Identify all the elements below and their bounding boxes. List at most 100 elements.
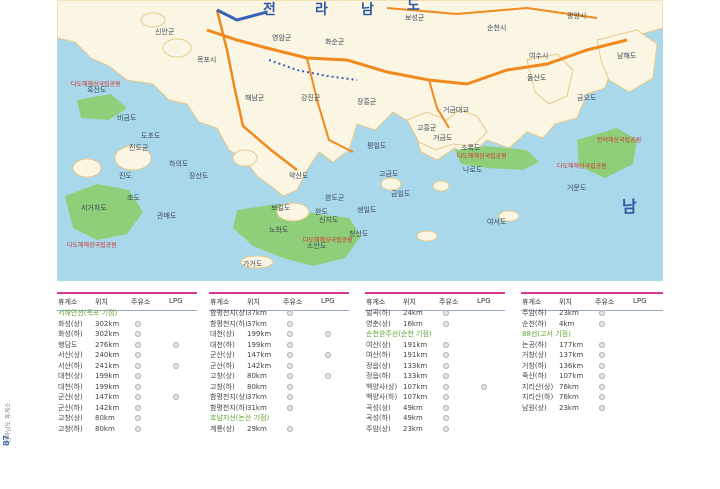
- rest-area-position: 136km: [559, 361, 584, 370]
- rest-area-name: 서산(상): [58, 351, 83, 359]
- lpg-station-icon: [325, 331, 331, 337]
- rest-area-name: 백양사(상): [366, 382, 398, 391]
- rest-area-position: 240km: [95, 351, 120, 359]
- rest-area-position: 137km: [559, 351, 584, 359]
- province-letter: 라: [315, 2, 328, 18]
- rest-area-name: 대천(하): [210, 340, 235, 349]
- lpg-station-icon: [173, 341, 179, 348]
- section-heading: 호남지선(논산 기점): [210, 414, 270, 422]
- rest-area-position: 49km: [403, 403, 423, 412]
- fuel-station-icon: [443, 404, 449, 411]
- column-header: 위치: [559, 298, 572, 306]
- column-header: 주유소: [595, 298, 615, 306]
- fuel-station-icon: [287, 320, 293, 327]
- rest-area-position: 241km: [95, 361, 120, 370]
- place-label: 평일도: [367, 141, 387, 150]
- fuel-station-icon: [135, 331, 141, 337]
- park-label: 다도해해상국립공원: [557, 162, 607, 170]
- place-label: 장흥군: [357, 97, 377, 106]
- rest-area-position: 199km: [247, 340, 272, 349]
- rest-area-position: 49km: [403, 414, 423, 422]
- place-label: 강진군: [301, 93, 321, 102]
- rest-area-position: 199km: [247, 330, 272, 338]
- rest-area-position: 107km: [403, 382, 428, 391]
- island-shape: [416, 230, 438, 242]
- rest-area-name: 대천(상): [58, 372, 83, 380]
- fuel-station-icon: [135, 320, 141, 327]
- rest-area-name: 고창(하): [210, 382, 235, 391]
- rest-area-name: 정읍(상): [366, 361, 391, 370]
- place-label: 하의도: [169, 159, 189, 168]
- place-label: 거금대교: [443, 105, 469, 114]
- lpg-station-icon: [173, 394, 179, 400]
- fuel-station-icon: [135, 415, 141, 421]
- place-label: 돌산도: [527, 73, 547, 82]
- fuel-station-icon: [599, 383, 605, 390]
- rest-area-position: 133km: [403, 361, 428, 370]
- rest-area-position: 37km: [247, 319, 267, 328]
- rest-area-position: 37km: [247, 393, 267, 401]
- rest-area-name: 지리산(하): [522, 393, 554, 401]
- place-label: 비금도: [117, 113, 137, 122]
- fuel-station-icon: [135, 383, 141, 390]
- place-label: 보길도: [271, 204, 291, 212]
- rest-area-position: 142km: [247, 361, 272, 370]
- park-label: 다도해해상국립공원: [67, 241, 117, 249]
- fuel-station-icon: [443, 373, 449, 379]
- fuel-station-icon: [443, 320, 449, 327]
- place-label: 노화도: [269, 226, 289, 234]
- fuel-station-icon: [287, 425, 293, 432]
- fuel-station-icon: [599, 310, 605, 316]
- rest-area-name: 주암(하): [522, 309, 547, 317]
- fuel-station-icon: [135, 425, 141, 432]
- rest-area-position: 276km: [95, 340, 120, 349]
- column-header: 주유소: [283, 298, 303, 306]
- rest-area-name: 화성(상): [58, 319, 83, 328]
- section-heading: 88선(고서 기점): [522, 330, 571, 338]
- place-label: 영암군: [272, 33, 292, 42]
- fuel-station-icon: [135, 341, 141, 348]
- place-label: 조도: [127, 194, 140, 202]
- place-label: 해남군: [245, 93, 265, 102]
- place-label: 광양시: [567, 12, 586, 20]
- rest-area-position: 24km: [403, 309, 423, 317]
- column-header: LPG: [477, 297, 491, 305]
- place-label: 거문도: [567, 183, 587, 192]
- rest-area-position: 23km: [559, 309, 579, 317]
- rest-area-name: 거창(상): [522, 351, 547, 359]
- rest-area-position: 29km: [247, 424, 267, 433]
- rest-area-position: 76km: [559, 393, 579, 401]
- province-letter: 전: [263, 1, 276, 18]
- rest-area-name: 화성(하): [58, 330, 83, 338]
- place-label: 소록도: [461, 144, 481, 152]
- column-header: 위치: [247, 298, 260, 306]
- column-header: 주유소: [439, 298, 459, 306]
- rest-area-name: 군산(상): [210, 351, 235, 359]
- rest-area-position: 80km: [247, 372, 267, 380]
- island-shape: [380, 177, 402, 191]
- rest-area-position: 107km: [403, 393, 428, 401]
- rest-area-name: 함평천지(하): [210, 403, 248, 412]
- rest-area-name: 계룡(상): [210, 424, 235, 433]
- place-label: 나로도: [463, 165, 483, 174]
- map-panel: 신안군 영암군 화순군 보성군 순천시 여수시 광양시 목포시 해남군 강진군 장흥군 고흥군 진도군 완…: [57, 0, 663, 281]
- rest-area-position: 37km: [247, 309, 267, 317]
- rest-area-position: 191km: [403, 340, 428, 349]
- rest-area-name: 백양사(하): [366, 393, 398, 401]
- rest-area-name: 정읍(하): [366, 372, 391, 380]
- province-letter: 도: [407, 0, 420, 14]
- rest-area-position: 302km: [95, 319, 120, 328]
- place-label: 순천시: [487, 23, 506, 32]
- park-label: 다도해해상국립공원: [303, 236, 353, 244]
- fuel-station-icon: [443, 383, 449, 390]
- fuel-station-icon: [287, 310, 293, 316]
- fuel-station-icon: [443, 310, 449, 316]
- rest-area-name: 고창(하): [58, 424, 83, 433]
- rest-area-name: 지리산(상): [522, 382, 554, 391]
- rest-area-name: 여산(상): [366, 340, 391, 349]
- rest-area-name: 주암(상): [366, 424, 391, 433]
- rest-area-name: 함평천지(상): [210, 309, 248, 317]
- fuel-station-icon: [599, 362, 605, 369]
- rest-area-name: 군산(상): [58, 393, 83, 401]
- rest-area-position: 142km: [95, 403, 120, 412]
